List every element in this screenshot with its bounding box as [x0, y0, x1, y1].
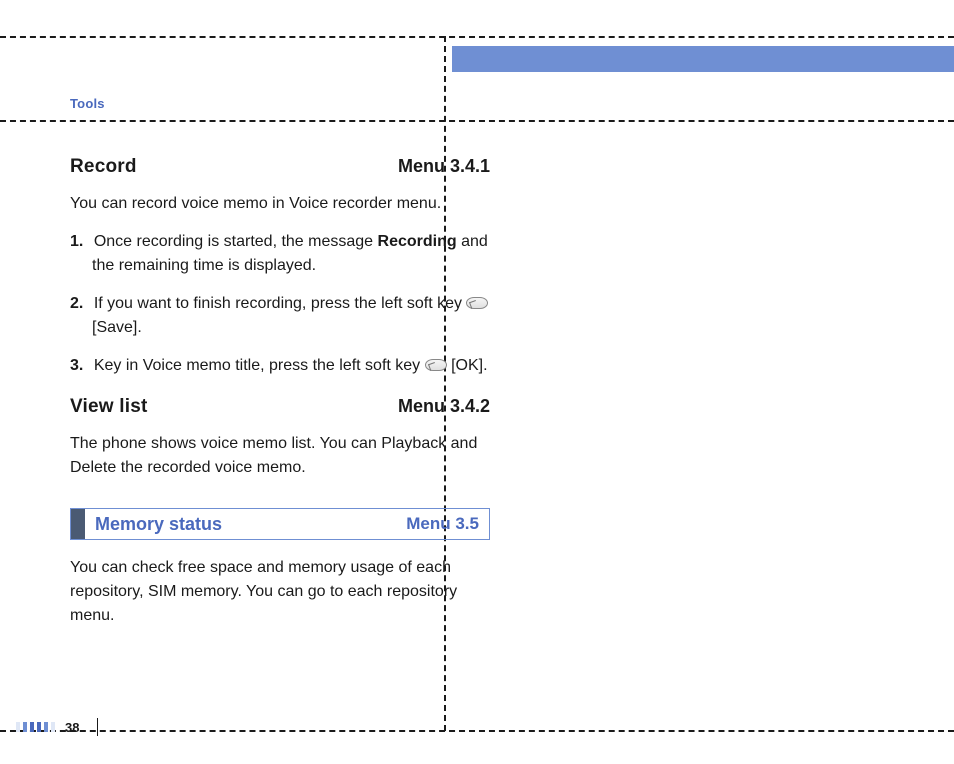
page-footer: 38	[16, 718, 98, 736]
rule-under-header	[0, 120, 954, 122]
softkey-icon	[425, 359, 447, 371]
header-blue-bar	[452, 46, 954, 72]
heading-viewlist-menu: Menu 3.4.2	[398, 396, 490, 417]
section-label: Tools	[70, 96, 105, 111]
heading-viewlist-title: View list	[70, 396, 148, 418]
heading-memory-status: Memory status Menu 3.5	[70, 508, 490, 540]
rule-top	[0, 36, 954, 38]
heading-memory-status-menu: Menu 3.5	[406, 509, 489, 539]
record-steps: Once recording is started, the message R…	[70, 230, 490, 378]
footer-tick	[97, 718, 98, 736]
viewlist-body: The phone shows voice memo list. You can…	[70, 432, 490, 480]
content-column: Record Menu 3.4.1 You can record voice m…	[70, 150, 490, 642]
heading-record-title: Record	[70, 156, 137, 178]
memory-status-body: You can check free space and memory usag…	[70, 556, 490, 628]
heading-viewlist: View list Menu 3.4.2	[70, 396, 490, 418]
softkey-icon	[466, 297, 488, 309]
record-step-3: Key in Voice memo title, press the left …	[70, 354, 490, 378]
record-step-2: If you want to finish recording, press t…	[70, 292, 490, 340]
heading-tab-decoration	[71, 509, 85, 539]
text: Key in Voice memo title, press the left …	[94, 357, 425, 374]
heading-record-menu: Menu 3.4.1	[398, 156, 490, 177]
text: Once recording is started, the message	[94, 233, 378, 250]
page-number: 38	[65, 720, 79, 735]
heading-record: Record Menu 3.4.1	[70, 156, 490, 178]
text: If you want to finish recording, press t…	[94, 295, 467, 312]
rule-bottom	[0, 730, 954, 732]
text: [Save].	[92, 319, 142, 336]
footer-bars-icon	[16, 722, 55, 732]
text: [OK].	[447, 357, 488, 374]
record-step-1: Once recording is started, the message R…	[70, 230, 490, 278]
record-intro: You can record voice memo in Voice recor…	[70, 192, 490, 216]
text-bold: Recording	[378, 233, 457, 250]
heading-memory-status-title: Memory status	[85, 509, 406, 539]
manual-page: Tools Record Menu 3.4.1 You can record v…	[0, 0, 954, 764]
